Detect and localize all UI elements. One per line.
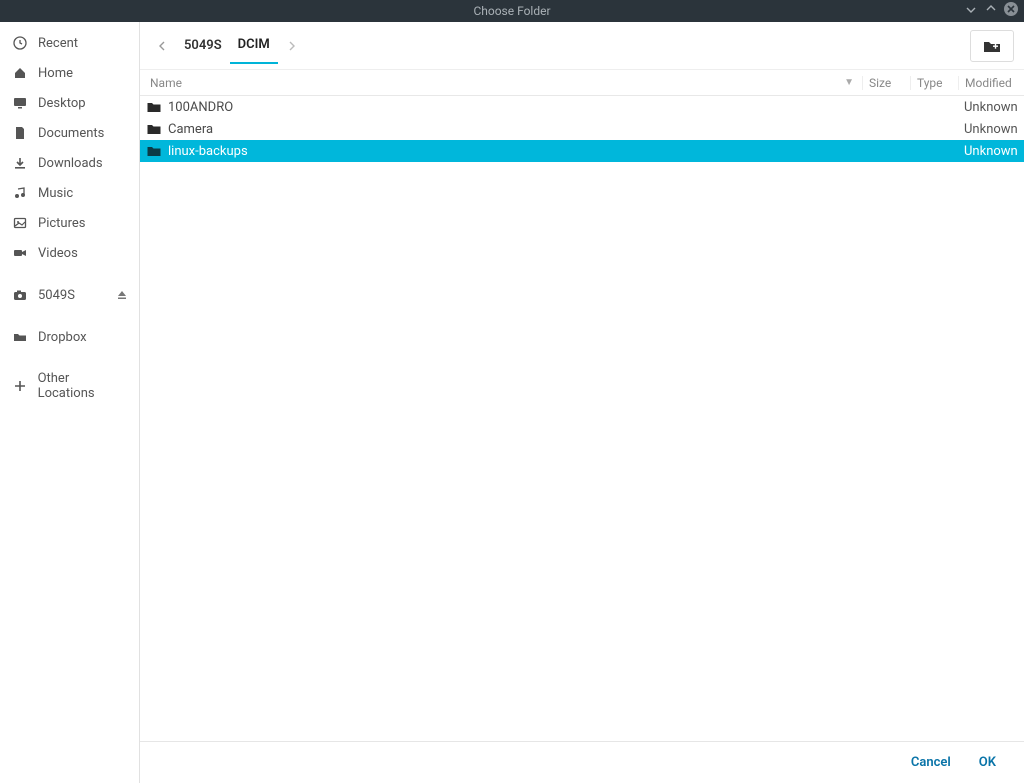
window-controls [964, 2, 1018, 16]
sidebar-separator [0, 352, 139, 364]
column-modified[interactable]: Modified [958, 76, 1024, 90]
document-icon [12, 125, 28, 141]
folder-icon [146, 143, 162, 159]
dialog-footer: Cancel OK [140, 741, 1024, 783]
column-name[interactable]: Name ▼ [140, 76, 862, 90]
main-panel: 5049S DCIM Name ▼ Size Type Modified [140, 22, 1024, 783]
new-folder-icon [983, 39, 1001, 53]
maximize-icon[interactable] [984, 2, 998, 16]
sidebar-item-recent[interactable]: Recent [0, 28, 139, 58]
sidebar-item-label: Recent [38, 36, 78, 51]
sidebar-item-label: Home [38, 66, 73, 81]
file-list: 100ANDRO Unknown Camera Unknown linux-ba… [140, 96, 1024, 741]
folder-icon [12, 329, 28, 345]
plus-icon [12, 378, 28, 394]
eject-icon[interactable] [117, 290, 127, 300]
sidebar-item-music[interactable]: Music [0, 178, 139, 208]
home-icon [12, 65, 28, 81]
music-icon [12, 185, 28, 201]
nav-forward-button[interactable] [280, 33, 304, 59]
sidebar: Recent Home Desktop Documents Downloads [0, 22, 140, 783]
sidebar-item-device-5049s[interactable]: 5049S [0, 280, 139, 310]
column-headers: Name ▼ Size Type Modified [140, 70, 1024, 96]
download-icon [12, 155, 28, 171]
folder-modified: Unknown [958, 100, 1024, 115]
folder-row[interactable]: Camera Unknown [140, 118, 1024, 140]
sidebar-item-label: Music [38, 186, 73, 201]
picture-icon [12, 215, 28, 231]
sidebar-item-documents[interactable]: Documents [0, 118, 139, 148]
pathbar: 5049S DCIM [140, 22, 1024, 70]
sidebar-item-videos[interactable]: Videos [0, 238, 139, 268]
sidebar-item-dropbox[interactable]: Dropbox [0, 322, 139, 352]
titlebar: Choose Folder [0, 0, 1024, 22]
breadcrumb: 5049S DCIM [176, 27, 278, 64]
folder-modified: Unknown [958, 144, 1024, 159]
nav-back-button[interactable] [150, 33, 174, 59]
desktop-icon [12, 95, 28, 111]
sidebar-separator [0, 268, 139, 280]
sidebar-item-label: 5049S [38, 288, 75, 303]
breadcrumb-item[interactable]: 5049S [176, 28, 230, 63]
sidebar-item-desktop[interactable]: Desktop [0, 88, 139, 118]
minimize-icon[interactable] [964, 2, 978, 16]
close-icon[interactable] [1004, 2, 1018, 16]
sidebar-item-downloads[interactable]: Downloads [0, 148, 139, 178]
folder-row[interactable]: 100ANDRO Unknown [140, 96, 1024, 118]
column-size[interactable]: Size [862, 76, 910, 90]
sidebar-item-label: Downloads [38, 156, 103, 171]
sidebar-item-label: Documents [38, 126, 104, 141]
folder-name: linux-backups [168, 144, 862, 159]
sidebar-item-home[interactable]: Home [0, 58, 139, 88]
sidebar-item-label: Videos [38, 246, 78, 261]
sidebar-item-label: Other Locations [38, 371, 127, 401]
sidebar-item-label: Pictures [38, 216, 85, 231]
video-icon [12, 245, 28, 261]
new-folder-button[interactable] [970, 30, 1014, 62]
breadcrumb-item-active[interactable]: DCIM [230, 27, 278, 64]
sidebar-item-label: Dropbox [38, 330, 87, 345]
folder-row-selected[interactable]: linux-backups Unknown [140, 140, 1024, 162]
column-type[interactable]: Type [910, 76, 958, 90]
clock-icon [12, 35, 28, 51]
window-title: Choose Folder [473, 4, 550, 18]
sidebar-item-other-locations[interactable]: Other Locations [0, 364, 139, 408]
folder-icon [146, 121, 162, 137]
folder-icon [146, 99, 162, 115]
column-name-label: Name [150, 76, 182, 90]
sidebar-separator [0, 310, 139, 322]
folder-name: Camera [168, 122, 862, 137]
folder-name: 100ANDRO [168, 100, 862, 115]
sidebar-item-pictures[interactable]: Pictures [0, 208, 139, 238]
cancel-button[interactable]: Cancel [911, 755, 951, 770]
camera-icon [12, 287, 28, 303]
folder-modified: Unknown [958, 122, 1024, 137]
sidebar-item-label: Desktop [38, 96, 86, 111]
sort-indicator-icon: ▼ [844, 77, 862, 88]
ok-button[interactable]: OK [979, 755, 996, 770]
content: Recent Home Desktop Documents Downloads [0, 22, 1024, 783]
